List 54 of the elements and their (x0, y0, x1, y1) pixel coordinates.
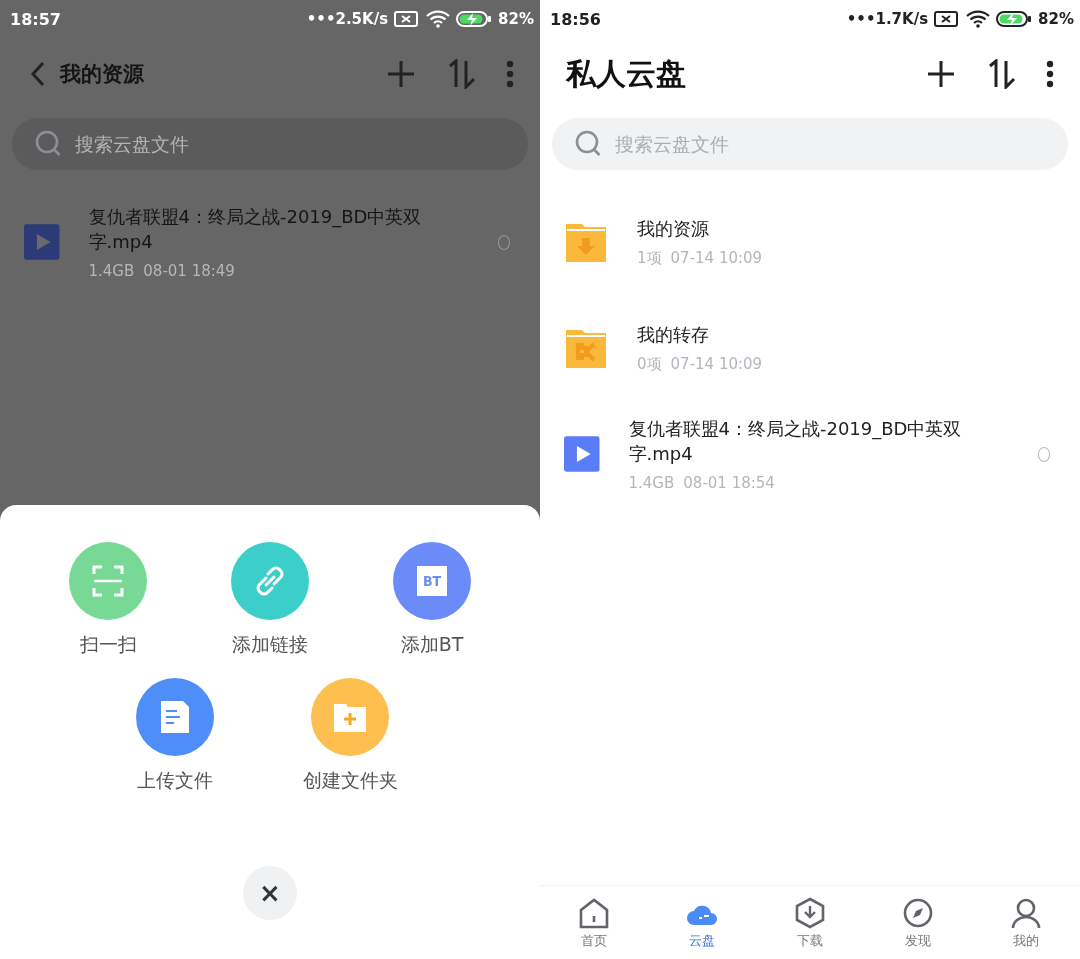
file-date: 08-01 18:49 (143, 262, 235, 280)
page-title: 我的资源 (60, 61, 144, 88)
action-label: 添加链接 (232, 632, 308, 657)
no-sim-icon (934, 10, 961, 28)
nav-tab[interactable]: 发现 (864, 886, 972, 959)
add-icon[interactable] (926, 59, 956, 89)
page-title: 私人云盘 (566, 54, 686, 93)
action-label: 扫一扫 (79, 632, 137, 657)
no-sim-icon (394, 10, 421, 28)
link-icon (254, 565, 286, 597)
status-time: 18:56 (550, 9, 601, 29)
file-size: 1.4GB (88, 262, 135, 280)
battery-icon (456, 10, 493, 28)
nav-tab[interactable]: 我的 (972, 886, 1080, 959)
file-size: 1.4GB (628, 474, 675, 492)
file-row[interactable]: 我的转存 0项 07-14 10:09 (540, 296, 1080, 399)
scan-icon (91, 564, 125, 598)
file-size: 1项 (637, 248, 662, 268)
battery-icon (996, 10, 1033, 28)
file-size: 0项 (637, 354, 662, 374)
file-date: 08-01 18:54 (683, 474, 775, 492)
action-button[interactable]: BT (393, 542, 471, 620)
sort-icon[interactable] (986, 59, 1016, 89)
action-label: 创建文件夹 (302, 768, 398, 793)
file-row[interactable]: 复仇者联盟4：终局之战-2019_BD中英双字.mp4 1.4GB 08-01 18:49 (0, 190, 540, 294)
nav-tab[interactable]: 首页 (540, 886, 648, 959)
nav-tab[interactable]: 下载 (756, 886, 864, 959)
folder-plus-icon (334, 702, 366, 732)
file-name: 复仇者联盟4：终局之战-2019_BD中英双字.mp4 (88, 205, 423, 254)
file-row[interactable]: 复仇者联盟4：终局之战-2019_BD中英双字.mp4 1.4GB 08-01 18:54 (540, 402, 1080, 506)
network-speed: •••2.5K/s (306, 10, 389, 28)
wifi-icon (426, 10, 451, 28)
action-label: 添加BT (400, 632, 464, 657)
network-speed: •••1.7K/s (846, 10, 929, 28)
wifi-icon (966, 10, 991, 28)
download-icon (793, 895, 827, 930)
status-time: 18:57 (10, 9, 61, 29)
file-date: 07-14 10:09 (670, 248, 763, 268)
file-date: 07-14 10:09 (670, 354, 763, 374)
file-row[interactable]: 我的资源 1项 07-14 10:09 (540, 190, 1080, 293)
search-field[interactable]: 搜索云盘文件 (552, 118, 1068, 170)
search-field[interactable]: 搜索云盘文件 (12, 118, 528, 170)
file-name: 我的转存 (637, 322, 710, 347)
file-name: 我的资源 (637, 216, 710, 241)
close-button[interactable]: × (243, 866, 297, 920)
document-icon (161, 701, 189, 733)
battery-percent: 82% (1038, 10, 1074, 28)
back-icon[interactable] (30, 61, 46, 87)
bt-file-icon: BT (417, 566, 447, 596)
file-name: 复仇者联盟4：终局之战-2019_BD中英双字.mp4 (628, 417, 963, 466)
battery-percent: 82% (498, 10, 534, 28)
action-label: 上传文件 (137, 768, 213, 793)
more-icon[interactable] (1046, 60, 1054, 88)
nav-tab[interactable]: 云盘 (648, 886, 756, 959)
